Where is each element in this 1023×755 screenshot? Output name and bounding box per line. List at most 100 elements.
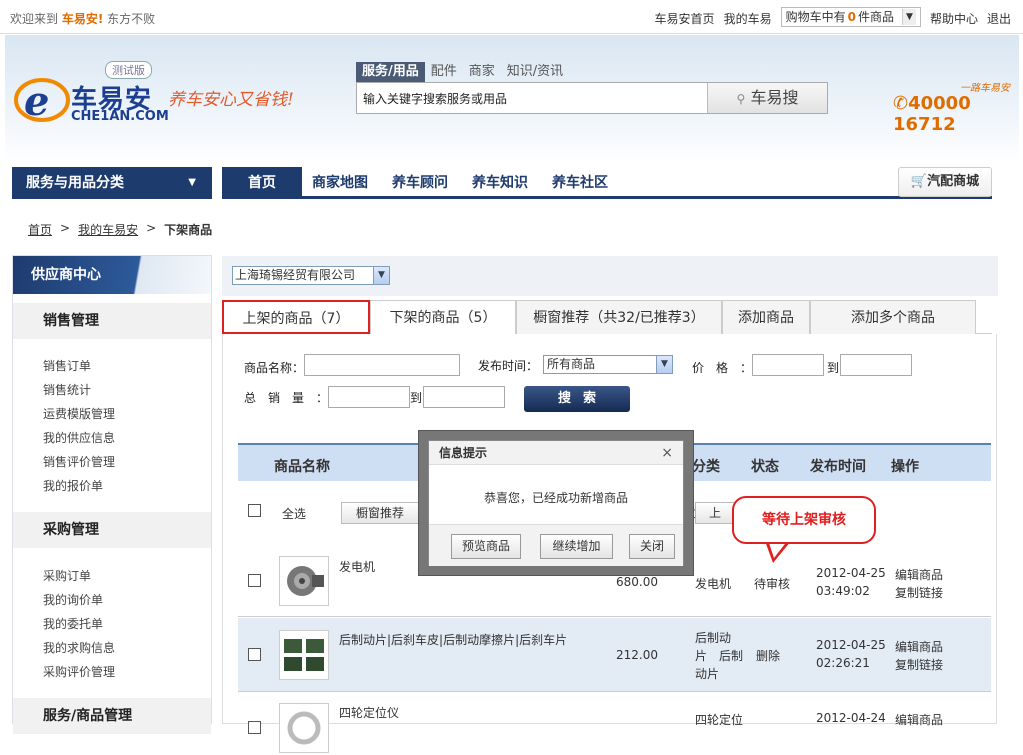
publish-date-select[interactable]: 所有商品 ▼ (543, 355, 673, 374)
tab-showcase[interactable]: 橱窗推荐（共32/已推荐3） (516, 300, 722, 334)
search-button[interactable]: ⚲ 车易搜 (707, 83, 827, 113)
sidebar-item-quotes[interactable]: 我的报价单 (43, 477, 103, 494)
breadcrumb-separator: > (146, 221, 157, 235)
publish-date: 2012-04-24 (816, 711, 886, 725)
search-tabs: 服务/用品 配件 商家 知识/资讯 (356, 62, 569, 82)
product-name-link[interactable]: 后制动片|后刹车皮|后制动摩擦片|后刹车片 (339, 631, 567, 648)
breadcrumb-my-account[interactable]: 我的车易安 (78, 221, 138, 238)
tab-listed-products[interactable]: 上架的商品（7） (222, 300, 370, 334)
product-thumbnail[interactable] (279, 703, 329, 753)
welcome-text: 欢迎来到 车易安! 东方不败 (10, 10, 155, 27)
row-checkbox[interactable] (248, 648, 261, 661)
cart-prefix: 购物车中有 (785, 10, 846, 24)
delete-link[interactable]: 删除 (756, 647, 780, 664)
sidebar-item-commissions[interactable]: 我的委托单 (43, 615, 103, 632)
copy-link[interactable]: 复制链接 (895, 584, 943, 601)
sales-min-input[interactable] (328, 386, 410, 408)
row-checkbox[interactable] (248, 721, 261, 734)
filter-search-button[interactable]: 搜索 (524, 386, 630, 412)
search-tab-parts[interactable]: 配件 (425, 62, 463, 82)
price-min-input[interactable] (752, 354, 824, 376)
select-all-checkbox[interactable] (248, 504, 261, 517)
my-account-link[interactable]: 我的车易 (724, 10, 772, 27)
search-input[interactable]: 输入关键字搜索服务或用品 (363, 90, 507, 107)
info-dialog: 信息提示 × 恭喜您，已经成功新增商品 预览商品 继续增加 关闭 (428, 440, 684, 566)
edit-product-link[interactable]: 编辑商品 (895, 711, 943, 728)
parts-mall-button[interactable]: 🛒汽配商城 (898, 167, 992, 197)
product-price: 680.00 (616, 575, 658, 589)
nav-car-knowledge[interactable]: 养车知识 (472, 167, 528, 199)
sidebar-title: 供应商中心 (13, 256, 211, 294)
search-tab-services[interactable]: 服务/用品 (356, 62, 425, 82)
dialog-close-button[interactable]: 关闭 (629, 534, 675, 559)
product-name-link[interactable]: 四轮定位仪 (339, 704, 399, 721)
sidebar-item-inquiries[interactable]: 我的询价单 (43, 591, 103, 608)
sidebar-item-sales-orders[interactable]: 销售订单 (43, 357, 91, 374)
nav-merchant-map[interactable]: 商家地图 (312, 167, 368, 199)
publish-date: 2012-04-25 (816, 638, 886, 652)
cart-dropdown[interactable]: 购物车中有 0 件商品 ▼ (780, 6, 921, 27)
sidebar-item-sales-stats[interactable]: 销售统计 (43, 381, 91, 398)
sidebar-item-sales-reviews[interactable]: 销售评价管理 (43, 453, 115, 470)
help-center-link[interactable]: 帮助中心 (930, 10, 978, 27)
table-row: 后制动片|后刹车皮|后制动摩擦片|后刹车片 212.00 后制动 片 后制 动片… (238, 618, 991, 692)
sales-max-input[interactable] (423, 386, 505, 408)
nav-car-advisor[interactable]: 养车顾问 (392, 167, 448, 199)
alignment-tool-image (287, 711, 321, 745)
tab-add-multiple[interactable]: 添加多个商品 (810, 300, 976, 334)
search-tab-merchants[interactable]: 商家 (463, 62, 501, 82)
publish-date-value: 所有商品 (547, 357, 596, 371)
chevron-down-icon: ▼ (373, 267, 389, 284)
sidebar-item-shipping-templates[interactable]: 运费模版管理 (43, 405, 115, 422)
sidebar-item-purchase-requests[interactable]: 我的求购信息 (43, 639, 115, 656)
copy-link[interactable]: 复制链接 (895, 656, 943, 673)
col-publish-time: 发布时间 (810, 459, 866, 475)
tab-add-product[interactable]: 添加商品 (722, 300, 810, 334)
nav-car-community[interactable]: 养车社区 (552, 167, 608, 199)
brand-name: 车易安! (61, 12, 104, 26)
home-link[interactable]: 车易安首页 (655, 10, 715, 27)
caret-down-icon: ▼ (188, 177, 196, 188)
search-icon: ⚲ (736, 92, 746, 106)
showcase-recommend-button[interactable]: 橱窗推荐 (341, 502, 419, 524)
sidebar-item-supply-info[interactable]: 我的供应信息 (43, 429, 115, 446)
nav-home[interactable]: 首页 (222, 167, 302, 199)
sidebar-section-products: 服务/商品管理 (13, 698, 211, 734)
dialog-footer: 预览商品 继续增加 关闭 (429, 524, 683, 566)
product-name-input[interactable] (304, 354, 460, 376)
edit-product-link[interactable]: 编辑商品 (895, 638, 943, 655)
edit-product-link[interactable]: 编辑商品 (895, 566, 943, 583)
close-icon[interactable]: × (661, 441, 673, 465)
sidebar-item-purchase-reviews[interactable]: 采购评价管理 (43, 663, 115, 680)
svg-text:e: e (24, 78, 49, 125)
product-category-line1: 后制动 (695, 631, 732, 645)
price-max-input[interactable] (840, 354, 912, 376)
beta-badge: 测试版 (105, 61, 152, 79)
sidebar-section-sales: 销售管理 (13, 303, 211, 339)
publish-date-label: 发布时间： (478, 359, 539, 373)
welcome-label: 欢迎来到 (10, 12, 59, 26)
main-nav: 首页 商家地图 养车顾问 养车知识 养车社区 (222, 167, 992, 199)
batch-listing-button[interactable]: 上 (695, 502, 735, 524)
breadcrumb-separator: > (60, 221, 71, 235)
product-name-link[interactable]: 发电机 (339, 558, 375, 575)
supplier-select[interactable]: 上海琦锡经贸有限公司 ▼ (232, 266, 390, 285)
sidebar-section-purchasing: 采购管理 (13, 512, 211, 548)
sidebar-item-purchase-orders[interactable]: 采购订单 (43, 567, 91, 584)
hotline-tag: 一路车易安 (960, 83, 1010, 94)
product-price: 212.00 (616, 648, 658, 662)
product-thumbnail[interactable] (279, 556, 329, 606)
sales-label: 总 销 量 ： (244, 391, 329, 405)
breadcrumb-home[interactable]: 首页 (28, 221, 52, 238)
search-tab-knowledge[interactable]: 知识/资讯 (501, 62, 569, 82)
tab-delisted-products[interactable]: 下架的商品（5） (370, 300, 516, 335)
category-menu[interactable]: 服务与用品分类 ▼ (12, 167, 212, 199)
product-thumbnail[interactable] (279, 630, 329, 680)
row-checkbox[interactable] (248, 574, 261, 587)
logout-link[interactable]: 退出 (987, 10, 1011, 27)
product-category: 发电机 (695, 577, 732, 591)
breadcrumb: 首页 > 我的车易安 > 下架商品 (28, 221, 212, 238)
continue-adding-button[interactable]: 继续增加 (540, 534, 613, 559)
preview-product-button[interactable]: 预览商品 (451, 534, 521, 559)
price-label: 价 格 ： (692, 361, 753, 375)
